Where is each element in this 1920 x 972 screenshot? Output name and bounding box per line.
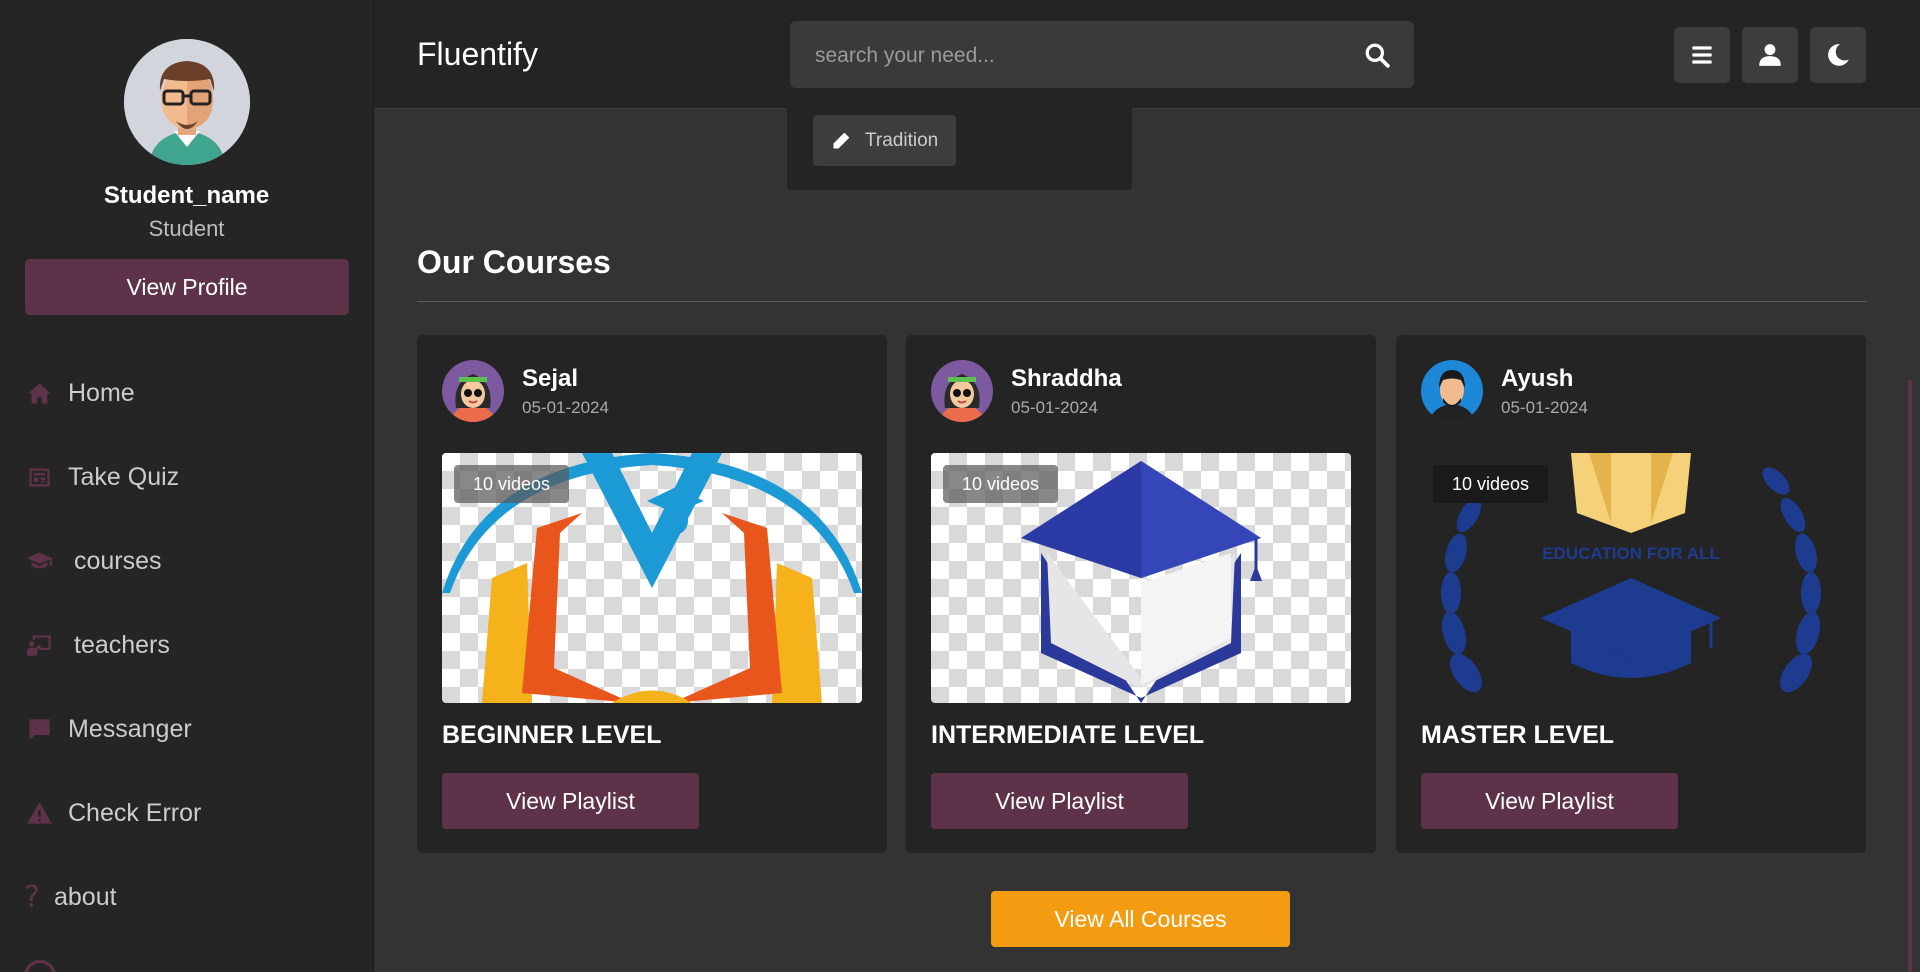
moon-icon bbox=[1828, 44, 1849, 66]
post-date: 05-01-2024 bbox=[1011, 398, 1098, 417]
course-title: BEGINNER LEVEL bbox=[442, 721, 662, 749]
teacher-icon bbox=[24, 630, 54, 660]
course-title: MASTER LEVEL bbox=[1421, 721, 1615, 749]
author-name[interactable]: Sejal bbox=[522, 365, 578, 393]
theme-toggle-button[interactable] bbox=[1810, 27, 1866, 83]
profile-role: Student bbox=[148, 216, 225, 241]
sidebar-item-messanger[interactable]: Messanger bbox=[24, 709, 192, 749]
section-title: Our Courses bbox=[417, 244, 611, 280]
section-divider bbox=[417, 301, 1867, 302]
scrollbar[interactable] bbox=[1908, 380, 1912, 972]
sidebar-item-label: courses bbox=[74, 546, 162, 575]
sidebar-item-label: Take Quiz bbox=[68, 462, 180, 491]
view-playlist-button[interactable]: View Playlist bbox=[931, 773, 1188, 829]
sidebar-item-label: Messanger bbox=[68, 714, 192, 743]
pen-icon bbox=[833, 132, 850, 148]
author-avatar bbox=[442, 360, 504, 422]
sidebar-item-about[interactable]: ? about bbox=[24, 877, 117, 917]
graduation-cap-icon bbox=[24, 546, 54, 576]
course-card: Shraddha 05-01-2024 10 videos INTERMEDIA… bbox=[906, 335, 1376, 853]
video-count-badge: 10 videos bbox=[454, 465, 570, 503]
warning-icon bbox=[24, 798, 54, 828]
course-title: INTERMEDIATE LEVEL bbox=[931, 721, 1205, 749]
top-header: Fluentify bbox=[374, 0, 1920, 109]
view-profile-button[interactable]: View Profile bbox=[25, 259, 349, 315]
sidebar-item-label: about bbox=[54, 882, 117, 911]
sidebar-item-teachers[interactable]: teachers bbox=[24, 625, 170, 665]
profile-name: Student_name bbox=[103, 182, 270, 209]
message-icon bbox=[24, 714, 54, 744]
sidebar-item-label: Check Error bbox=[68, 798, 202, 827]
post-date: 05-01-2024 bbox=[522, 398, 609, 417]
search-input[interactable] bbox=[790, 21, 1357, 90]
course-thumbnail[interactable]: EDUCATION FOR ALL 10 videos bbox=[1421, 453, 1841, 703]
thumbnail-caption: EDUCATION FOR ALL bbox=[1542, 544, 1720, 563]
sidebar-item-label: teachers bbox=[74, 630, 170, 659]
course-thumbnail[interactable]: 10 videos bbox=[931, 453, 1351, 703]
sidebar-item-home[interactable]: Home bbox=[24, 373, 135, 413]
view-all-courses-button[interactable]: View All Courses bbox=[991, 891, 1290, 947]
course-card: Ayush 05-01-2024 EDUCATION FOR ALL 10 vi… bbox=[1396, 335, 1866, 853]
cutoff-icon bbox=[24, 960, 56, 972]
author-name[interactable]: Shraddha bbox=[1011, 365, 1122, 393]
author-avatar bbox=[1421, 360, 1483, 422]
user-icon bbox=[1759, 44, 1781, 66]
menu-button[interactable] bbox=[1674, 27, 1730, 83]
course-thumbnail[interactable]: 10 videos bbox=[442, 453, 862, 703]
app-logo[interactable]: Fluentify bbox=[417, 36, 538, 73]
search-bar bbox=[790, 21, 1414, 90]
sidebar: Student_name Student View Profile Home T… bbox=[0, 0, 374, 972]
author-name[interactable]: Ayush bbox=[1501, 365, 1573, 393]
tradition-label: Tradition bbox=[865, 129, 939, 151]
user-button[interactable] bbox=[1742, 27, 1798, 83]
question-icon: ? bbox=[24, 879, 40, 915]
author-avatar bbox=[931, 360, 993, 422]
sidebar-item-take-quiz[interactable]: Take Quiz bbox=[24, 457, 179, 497]
video-count-badge: 10 videos bbox=[1433, 465, 1549, 503]
course-card: Sejal 05-01-2024 10 videos BEGINNER LEVE… bbox=[417, 335, 887, 853]
tradition-tag[interactable]: Tradition bbox=[813, 115, 957, 166]
video-count-badge: 10 videos bbox=[943, 465, 1059, 503]
sidebar-item-courses[interactable]: courses bbox=[24, 541, 162, 581]
home-icon bbox=[24, 378, 54, 408]
post-date: 05-01-2024 bbox=[1501, 398, 1588, 417]
quiz-icon bbox=[24, 462, 54, 492]
search-icon[interactable] bbox=[1364, 42, 1390, 68]
view-playlist-button[interactable]: View Playlist bbox=[1421, 773, 1678, 829]
sidebar-item-label: Home bbox=[68, 378, 135, 407]
view-playlist-button[interactable]: View Playlist bbox=[442, 773, 699, 829]
sidebar-item-check-error[interactable]: Check Error bbox=[24, 793, 201, 833]
menu-icon bbox=[1692, 46, 1712, 64]
profile-avatar bbox=[124, 39, 250, 165]
tradition-card: Tradition bbox=[787, 108, 1132, 190]
